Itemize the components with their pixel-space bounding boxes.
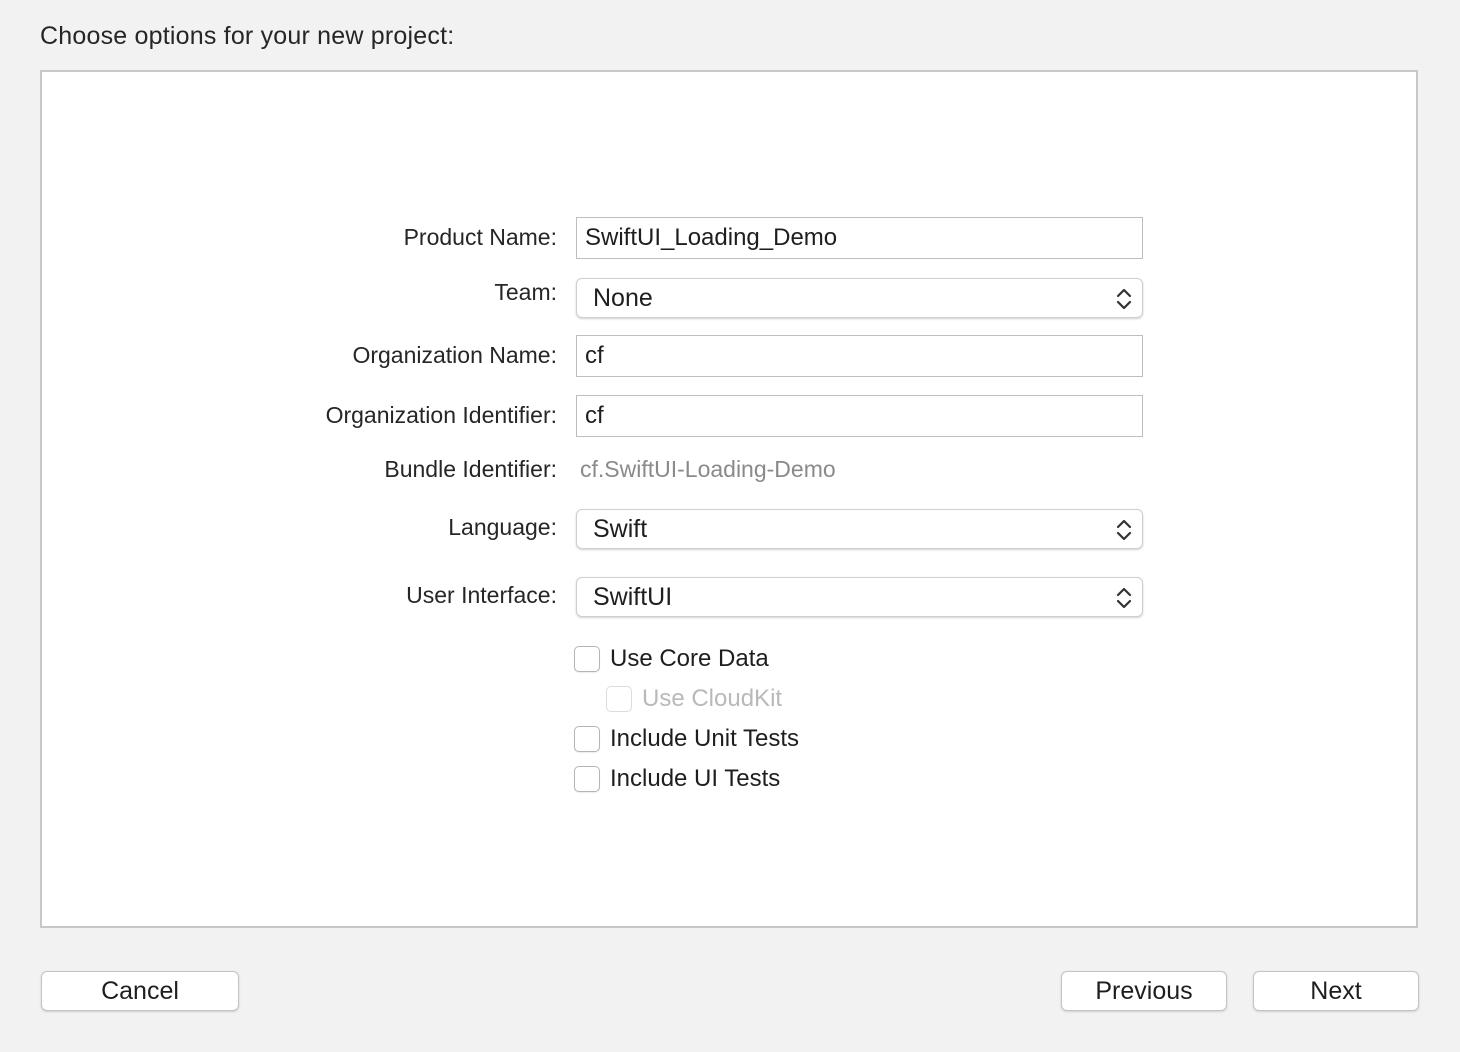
previous-button[interactable]: Previous bbox=[1061, 971, 1227, 1011]
user-interface-popup-value: SwiftUI bbox=[593, 583, 673, 611]
team-label: Team: bbox=[494, 279, 557, 305]
organization-name-field[interactable] bbox=[576, 335, 1143, 377]
language-popup-value: Swift bbox=[593, 515, 648, 543]
chevron-up-down-icon bbox=[1116, 587, 1132, 609]
include-ui-tests-checkbox[interactable] bbox=[574, 766, 600, 792]
bundle-identifier-label: Bundle Identifier: bbox=[384, 456, 557, 482]
include-ui-tests-option[interactable]: Include UI Tests bbox=[574, 765, 780, 793]
include-unit-tests-label: Include Unit Tests bbox=[610, 725, 799, 752]
user-interface-label: User Interface: bbox=[406, 582, 557, 608]
include-ui-tests-label: Include UI Tests bbox=[610, 765, 781, 792]
use-core-data-checkbox[interactable] bbox=[574, 646, 600, 672]
cancel-button[interactable]: Cancel bbox=[41, 971, 239, 1011]
chevron-up-down-icon bbox=[1116, 519, 1132, 541]
product-name-label: Product Name: bbox=[403, 224, 557, 250]
organization-identifier-label: Organization Identifier: bbox=[325, 402, 557, 428]
use-cloudkit-checkbox bbox=[606, 686, 632, 712]
product-name-field[interactable] bbox=[576, 217, 1143, 259]
options-panel bbox=[40, 70, 1418, 928]
use-cloudkit-label: Use CloudKit bbox=[642, 685, 783, 712]
bundle-identifier-value: cf.SwiftUI-Loading-Demo bbox=[580, 456, 836, 482]
chevron-up-down-icon bbox=[1116, 288, 1132, 310]
page-title: Choose options for your new project: bbox=[40, 22, 455, 50]
language-popup[interactable]: Swift bbox=[576, 509, 1143, 549]
team-popup[interactable]: None bbox=[576, 278, 1143, 318]
include-unit-tests-checkbox[interactable] bbox=[574, 726, 600, 752]
team-popup-value: None bbox=[593, 284, 653, 312]
use-core-data-label: Use Core Data bbox=[610, 645, 769, 672]
language-label: Language: bbox=[448, 514, 557, 540]
next-button[interactable]: Next bbox=[1253, 971, 1419, 1011]
user-interface-popup[interactable]: SwiftUI bbox=[576, 577, 1143, 617]
organization-name-label: Organization Name: bbox=[352, 342, 557, 368]
use-core-data-option[interactable]: Use Core Data bbox=[574, 645, 769, 673]
organization-identifier-field[interactable] bbox=[576, 395, 1143, 437]
use-cloudkit-option: Use CloudKit bbox=[606, 685, 782, 713]
include-unit-tests-option[interactable]: Include Unit Tests bbox=[574, 725, 799, 753]
